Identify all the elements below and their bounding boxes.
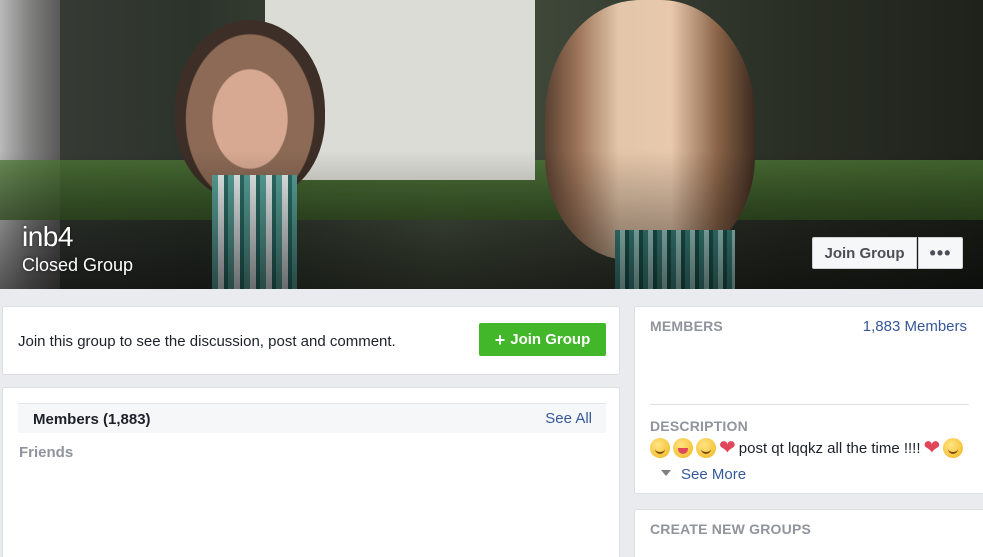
friends-label: Friends bbox=[19, 444, 74, 461]
about-card: MEMBERS 1,883 Members DESCRIPTION ❤ post… bbox=[634, 306, 983, 494]
tongue-emoji-icon bbox=[673, 438, 693, 458]
description-text: post qt lqqkz all the time !!!! bbox=[738, 439, 921, 457]
see-more-link[interactable]: See More bbox=[661, 466, 746, 483]
see-more-label: See More bbox=[681, 466, 747, 483]
heart-icon: ❤ bbox=[923, 437, 941, 459]
more-dots-icon: ••• bbox=[929, 242, 952, 263]
plus-icon: + bbox=[494, 329, 506, 350]
heart-icon: ❤ bbox=[719, 437, 736, 459]
create-groups-card: CREATE NEW GROUPS bbox=[634, 509, 983, 557]
group-name[interactable]: inb4 bbox=[22, 221, 73, 253]
members-heading: MEMBERS bbox=[650, 318, 723, 334]
members-header: Members (1,883) See All bbox=[18, 403, 606, 433]
join-prompt-text: Join this group to see the discussion, p… bbox=[18, 333, 396, 350]
chevron-down-icon bbox=[661, 469, 671, 476]
create-groups-heading: CREATE NEW GROUPS bbox=[650, 521, 812, 537]
members-card: Members (1,883) See All Friends bbox=[2, 387, 620, 557]
members-count-link[interactable]: 1,883 Members bbox=[863, 318, 967, 335]
relieved-emoji-icon bbox=[696, 438, 716, 458]
divider bbox=[650, 404, 969, 405]
join-group-button-label: Join Group bbox=[510, 331, 591, 348]
more-options-button[interactable]: ••• bbox=[918, 237, 963, 269]
group-privacy-label: Closed Group bbox=[22, 255, 134, 275]
see-all-link[interactable]: See All bbox=[545, 410, 592, 427]
join-group-button[interactable]: + Join Group bbox=[479, 323, 606, 356]
smile-emoji-icon bbox=[650, 438, 670, 458]
cover-join-group-button[interactable]: Join Group bbox=[812, 237, 917, 269]
members-title[interactable]: Members (1,883) bbox=[33, 411, 151, 428]
join-prompt-card: Join this group to see the discussion, p… bbox=[2, 306, 620, 375]
description-heading: DESCRIPTION bbox=[650, 418, 748, 434]
description-row: ❤ post qt lqqkz all the time !!!! ❤ bbox=[650, 437, 964, 459]
smile-emoji-icon bbox=[943, 438, 964, 458]
